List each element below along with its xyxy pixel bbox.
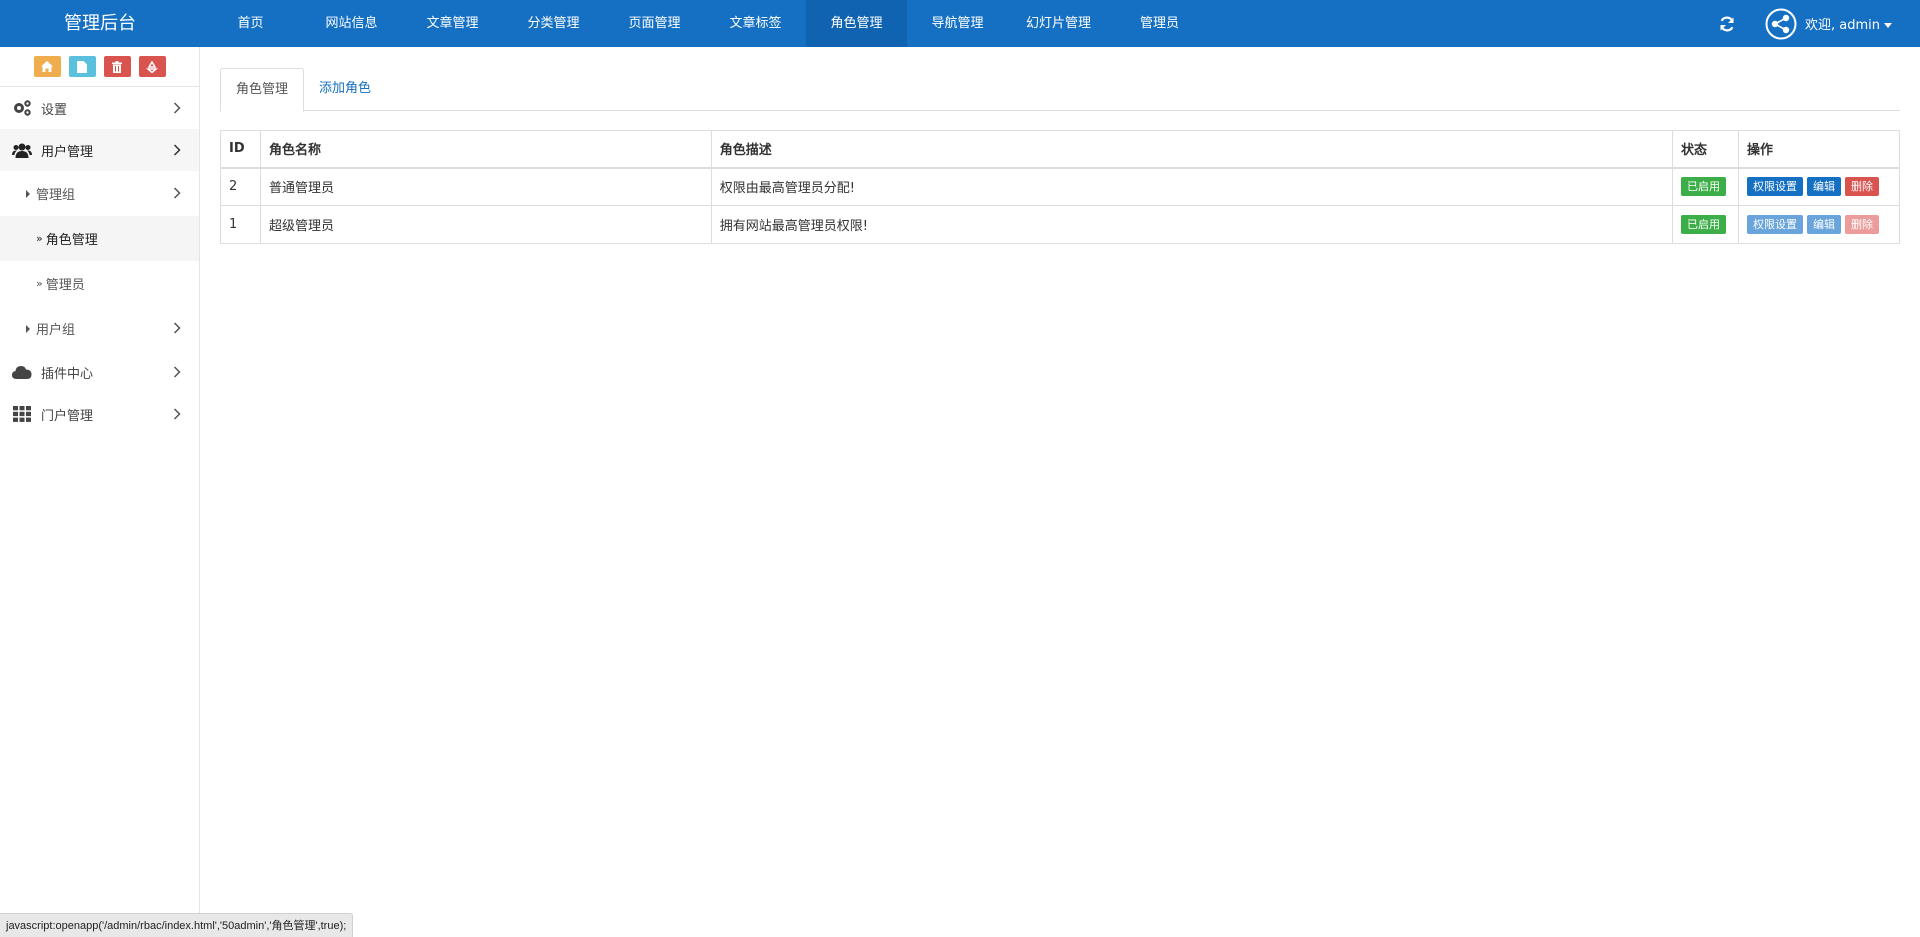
shortcut-recycle-button[interactable] [138,56,166,77]
chevron-right-icon [173,408,181,420]
caret-down-icon [1884,23,1892,28]
main-content: 角色管理 添加角色 ID 角色名称 角色描述 状态 操作 2 普通管理员 权限由… [200,47,1920,937]
table-row: 2 普通管理员 权限由最高管理员分配! 已启用 权限设置 编辑 删除 [220,167,1900,206]
permission-settings-button-disabled: 权限设置 [1747,215,1804,234]
column-header-name: 角色名称 [259,130,712,169]
tab-bar: 角色管理 添加角色 [220,68,1900,112]
edit-button-disabled: 编辑 [1807,215,1842,234]
grid-icon [11,405,33,423]
sidebar-item-label: 管理组 [36,188,76,203]
column-header-description: 角色描述 [710,130,1674,169]
cell-name: 普通管理员 [259,167,712,206]
browser-status-bar: javascript:openapp('/admin/rbac/index.ht… [0,913,354,937]
cell-id: 1 [220,205,261,244]
cell-description: 权限由最高管理员分配! [710,167,1674,206]
sidebar-item-users[interactable]: 用户管理 [0,129,199,171]
status-badge[interactable]: 已启用 [1681,177,1727,197]
sidebar-item-user-group[interactable]: 用户组 [0,306,199,351]
column-header-actions: 操作 [1738,130,1900,169]
chevron-right-icon [173,322,181,334]
brand-title[interactable]: 管理后台 [0,0,200,47]
column-header-status: 状态 [1672,130,1740,169]
nav-item-navigation[interactable]: 导航管理 [907,0,1008,47]
sidebar: 设置 用户管理 管理组 » 角色管理 » 管理员 用户组 插件中心 门户管理 [0,47,200,937]
top-right-area: 欢迎, admin [1717,0,1892,47]
user-menu[interactable]: 欢迎, admin [1805,14,1892,33]
chevron-right-icon [173,144,181,156]
sidebar-item-label: 用户组 [36,323,76,338]
chevron-right-icon [173,187,181,199]
nav-item-admins[interactable]: 管理员 [1109,0,1210,47]
caret-right-icon [26,189,30,198]
cell-description: 拥有网站最高管理员权限! [710,205,1674,244]
sidebar-item-label: 插件中心 [41,366,94,382]
tab-add-role[interactable]: 添加角色 [304,68,386,111]
cell-id: 2 [220,167,261,206]
sidebar-item-label: 管理员 [45,278,85,293]
sidebar-item-admin-group[interactable]: 管理组 [0,171,199,216]
sidebar-item-role-management[interactable]: » 角色管理 [0,216,199,261]
cell-name: 超级管理员 [259,205,712,244]
permission-settings-button[interactable]: 权限设置 [1747,177,1804,197]
sidebar-item-label: 设置 [41,102,68,118]
nav-item-tags[interactable]: 文章标签 [705,0,806,47]
welcome-text: 欢迎, admin [1805,18,1880,33]
home-icon [41,61,53,72]
shortcut-bar [0,47,199,87]
refresh-icon[interactable] [1717,14,1737,34]
nav-item-articles[interactable]: 文章管理 [402,0,503,47]
double-chevron-icon: » [36,277,43,290]
sidebar-item-label: 角色管理 [45,233,98,248]
shortcut-home-button[interactable] [33,56,61,77]
table-row: 1 超级管理员 拥有网站最高管理员权限! 已启用 权限设置 编辑 删除 [220,205,1900,244]
chevron-right-icon [173,102,181,114]
nav-item-slides[interactable]: 幻灯片管理 [1008,0,1109,47]
nav-item-pages[interactable]: 页面管理 [604,0,705,47]
cell-status: 已启用 [1672,205,1740,244]
top-bar: 管理后台 首页 网站信息 文章管理 分类管理 页面管理 文章标签 角色管理 导航… [0,0,1920,47]
shortcut-file-button[interactable] [68,56,96,77]
delete-button-disabled: 删除 [1845,215,1880,234]
sidebar-item-settings[interactable]: 设置 [0,87,199,129]
trash-icon [112,60,122,73]
sidebar-item-label: 用户管理 [41,144,94,160]
edit-button[interactable]: 编辑 [1807,177,1842,197]
cell-status: 已启用 [1672,167,1740,206]
delete-button[interactable]: 删除 [1845,177,1880,197]
recycle-icon [146,60,158,73]
shortcut-trash-button[interactable] [103,56,131,77]
cell-actions: 权限设置 编辑 删除 [1738,205,1900,244]
caret-right-icon [26,324,30,333]
users-icon [11,141,33,159]
column-header-id: ID [220,130,261,169]
nav-item-home[interactable]: 首页 [200,0,301,47]
sidebar-item-portal[interactable]: 门户管理 [0,393,199,435]
gears-icon [11,99,33,117]
sidebar-item-plugins[interactable]: 插件中心 [0,351,199,393]
roles-table: ID 角色名称 角色描述 状态 操作 2 普通管理员 权限由最高管理员分配! 已… [220,130,1900,244]
file-icon [77,60,87,73]
nav-item-categories[interactable]: 分类管理 [503,0,604,47]
nav-item-site-info[interactable]: 网站信息 [301,0,402,47]
double-chevron-icon: » [36,232,43,245]
chevron-right-icon [173,366,181,378]
cloud-icon [11,363,33,381]
tab-role-management[interactable]: 角色管理 [220,68,305,112]
cell-actions: 权限设置 编辑 删除 [1738,167,1900,206]
nav-item-roles[interactable]: 角色管理 [806,0,907,47]
table-header-row: ID 角色名称 角色描述 状态 操作 [220,130,1900,169]
status-badge[interactable]: 已启用 [1681,215,1727,234]
avatar[interactable] [1765,8,1797,40]
top-nav: 首页 网站信息 文章管理 分类管理 页面管理 文章标签 角色管理 导航管理 幻灯… [200,0,1210,47]
sidebar-item-administrators[interactable]: » 管理员 [0,261,199,306]
sidebar-item-label: 门户管理 [41,408,94,424]
